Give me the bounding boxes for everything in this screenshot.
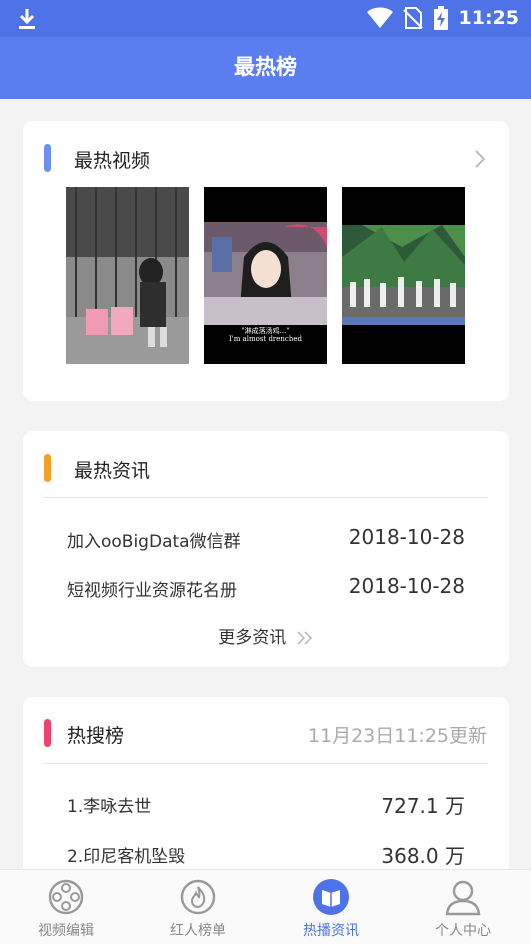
news-item-label: 短视频行业资源花名册 <box>67 581 237 601</box>
news-item[interactable]: 短视频行业资源花名册 2018-10-28 <box>67 574 465 601</box>
user-icon <box>445 880 481 916</box>
hot-videos-card: 最热视频 "淋成落汤鸡..." I'm almost drenched <box>23 121 509 401</box>
search-item[interactable]: 2.印尼客机坠毁 368.0 万 <box>67 842 465 868</box>
wifi-icon <box>366 7 393 28</box>
news-item-date: 2018-10-28 <box>348 525 465 549</box>
news-icon <box>313 879 349 915</box>
divider <box>44 763 488 764</box>
divider <box>44 497 488 498</box>
search-item-value: 368.0 万 <box>381 844 465 868</box>
double-chevron-right-icon <box>297 631 312 645</box>
chevron-right-icon[interactable] <box>474 149 486 169</box>
hot-search-title: 热搜榜 <box>67 725 125 747</box>
search-item-label: 1.李咏去世 <box>67 797 152 817</box>
news-item-label: 加入ooBigData微信群 <box>67 532 241 552</box>
hot-search-updated: 11月23日11:25更新 <box>307 725 487 747</box>
video-thumbnail[interactable] <box>66 187 189 364</box>
more-news-link[interactable]: 更多资讯 <box>23 623 509 648</box>
video-thumbnail[interactable]: "淋成落汤鸡..." I'm almost drenched <box>204 187 327 364</box>
tab-profile[interactable]: 个人中心 <box>397 870 529 944</box>
video-thumbnail-image <box>66 187 189 364</box>
video-thumbnail[interactable] <box>342 187 465 364</box>
tab-label: 个人中心 <box>435 923 491 939</box>
tab-label: 红人榜单 <box>170 923 226 939</box>
more-news-label: 更多资讯 <box>218 628 287 648</box>
tab-label: 热播资讯 <box>303 923 359 939</box>
download-icon <box>19 9 35 29</box>
news-item[interactable]: 加入ooBigData微信群 2018-10-28 <box>67 525 465 552</box>
film-reel-icon <box>48 879 84 915</box>
hot-videos-title: 最热视频 <box>74 150 151 172</box>
video-thumbnail-image <box>342 187 465 364</box>
news-item-date: 2018-10-28 <box>348 574 465 598</box>
hot-search-card: 热搜榜 11月23日11:25更新 1.李咏去世 727.1 万 2.印尼客机坠… <box>23 697 509 897</box>
battery-charging-icon <box>433 6 448 30</box>
flame-icon <box>180 879 216 915</box>
tab-hot-news[interactable]: 热播资讯 <box>265 870 397 944</box>
hot-news-title: 最热资讯 <box>74 460 151 482</box>
section-accent-bar <box>44 719 51 747</box>
search-item-label: 2.印尼客机坠毁 <box>67 847 186 867</box>
status-bar: 11:25 <box>0 0 531 37</box>
section-accent-bar <box>44 144 51 172</box>
tab-label: 视频编辑 <box>38 923 94 939</box>
page-title: 最热榜 <box>0 37 531 99</box>
no-sim-icon <box>402 7 423 29</box>
status-time: 11:25 <box>458 7 519 29</box>
tab-influencer-list[interactable]: 红人榜单 <box>132 870 264 944</box>
video-caption-line2: I'm almost drenched <box>229 335 302 343</box>
bottom-tab-bar: 视频编辑 红人榜单 热播资讯 个人中心 <box>0 869 531 944</box>
search-item-value: 727.1 万 <box>381 794 465 818</box>
hot-news-card: 最热资讯 加入ooBigData微信群 2018-10-28 短视频行业资源花名… <box>23 431 509 667</box>
section-accent-bar <box>44 454 51 482</box>
search-item[interactable]: 1.李咏去世 727.1 万 <box>67 792 465 818</box>
tab-video-edit[interactable]: 视频编辑 <box>0 870 132 944</box>
